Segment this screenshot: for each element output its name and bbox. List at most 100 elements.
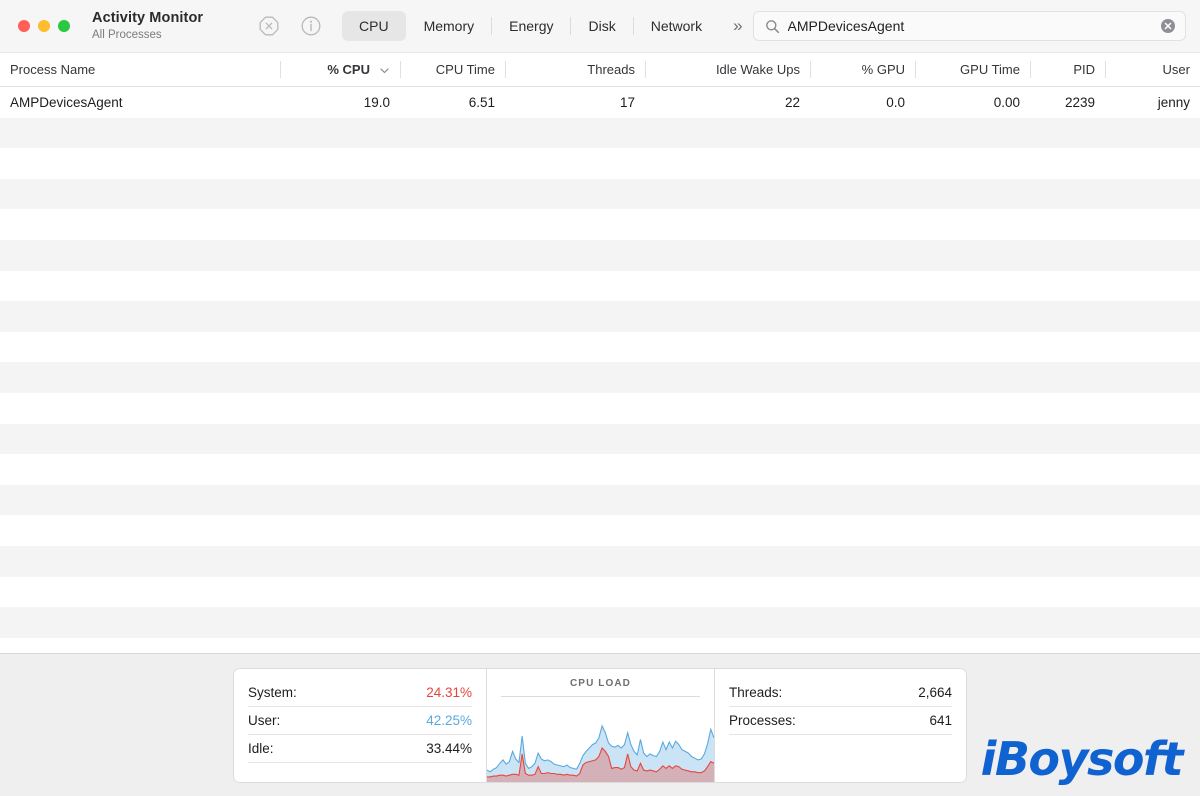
tab-memory[interactable]: Memory — [407, 11, 492, 41]
cell-gpu-time: 0.00 — [993, 94, 1020, 110]
table-row-empty — [0, 454, 1200, 485]
stat-row-processes: Processes: 641 — [729, 707, 952, 735]
cell-threads: 17 — [619, 94, 635, 110]
table-row-empty — [0, 423, 1200, 455]
chevron-down-icon — [379, 64, 390, 75]
table-row-empty — [0, 331, 1200, 363]
column-header-gpu[interactable]: % GPU — [810, 53, 915, 86]
iboysoft-watermark: iBoysoft — [980, 732, 1184, 786]
tab-cpu-label: CPU — [359, 18, 389, 34]
table-row-empty — [0, 576, 1200, 608]
cell-process-name: AMPDevicesAgent — [10, 94, 123, 110]
search-field[interactable]: AMPDevicesAgent — [752, 11, 1186, 41]
tab-network-label: Network — [650, 18, 703, 34]
tab-memory-label: Memory — [423, 18, 475, 34]
table-row-empty — [0, 484, 1200, 516]
cell-gpu: 0.0 — [886, 94, 905, 110]
column-header-pid-label: PID — [1073, 62, 1095, 77]
toolbar-icons — [258, 15, 322, 37]
column-header-gpu-time-label: GPU Time — [960, 62, 1020, 77]
tab-disk[interactable]: Disk — [571, 11, 632, 41]
tab-disk-label: Disk — [588, 18, 616, 34]
stat-row-idle: Idle: 33.44% — [248, 735, 472, 763]
column-header-gpu-time[interactable]: GPU Time — [915, 53, 1030, 86]
stat-value-idle: 33.44% — [426, 740, 472, 756]
table-row-empty — [0, 209, 1200, 240]
column-header-process-name-label: Process Name — [10, 62, 96, 77]
column-header-threads[interactable]: Threads — [505, 53, 645, 86]
app-title-block: Activity Monitor All Processes — [92, 10, 242, 42]
stat-row-user: User: 42.25% — [248, 707, 472, 735]
table-row-empty — [0, 178, 1200, 210]
stat-label-processes: Processes: — [729, 712, 796, 728]
app-subtitle: All Processes — [92, 29, 162, 41]
stat-label-threads: Threads: — [729, 684, 783, 700]
cell-cpu-time: 6.51 — [468, 94, 495, 110]
column-header-threads-label: Threads — [587, 62, 635, 77]
column-header-process-name[interactable]: Process Name — [0, 53, 280, 86]
column-header-user[interactable]: User — [1105, 53, 1200, 86]
table-row-empty — [0, 515, 1200, 546]
stat-label-idle: Idle: — [248, 740, 274, 756]
table-row-empty — [0, 362, 1200, 393]
minimize-window-button[interactable] — [38, 20, 50, 32]
column-header-user-label: User — [1162, 62, 1190, 77]
cpu-usage-panel: System: 24.31% User: 42.25% Idle: 33.44% — [234, 668, 486, 782]
tab-energy-label: Energy — [509, 18, 554, 34]
column-header-pid[interactable]: PID — [1030, 53, 1105, 86]
table-row-empty — [0, 607, 1200, 638]
table-row-empty — [0, 392, 1200, 424]
table-header-row: Process Name % CPU CPU Time Threads Idle… — [0, 52, 1200, 87]
cpu-load-graph — [487, 697, 714, 782]
table-row-empty — [0, 545, 1200, 577]
toolbar-overflow-icon[interactable]: » — [733, 17, 743, 36]
footer-stats-bar: System: 24.31% User: 42.25% Idle: 33.44%… — [0, 653, 1200, 796]
tab-energy[interactable]: Energy — [492, 11, 570, 41]
column-header-idle-wake-ups-label: Idle Wake Ups — [715, 62, 800, 77]
cpu-load-graph-title: CPU LOAD — [501, 678, 700, 697]
table-row[interactable]: AMPDevicesAgent 19.0 6.51 17 22 0.0 0.00… — [0, 87, 1200, 118]
table-row-empty — [0, 148, 1200, 179]
tab-network[interactable]: Network — [634, 11, 719, 41]
clear-search-icon[interactable] — [1160, 18, 1176, 34]
search-input[interactable]: AMPDevicesAgent — [788, 18, 1152, 34]
activity-monitor-window: Activity Monitor All Processes CPU Memor… — [0, 0, 1200, 796]
close-window-button[interactable] — [18, 20, 30, 32]
empty-rows-container — [0, 117, 1200, 638]
cell-pid: 2239 — [1064, 94, 1095, 110]
stat-value-system: 24.31% — [426, 684, 472, 700]
table-body: AMPDevicesAgent 19.0 6.51 17 22 0.0 0.00… — [0, 87, 1200, 653]
inspect-process-icon[interactable] — [300, 15, 322, 37]
app-title: Activity Monitor — [92, 10, 204, 26]
view-tabs: CPU Memory Energy Disk Network — [342, 11, 719, 41]
table-row-empty — [0, 270, 1200, 302]
stat-value-threads: 2,664 — [918, 684, 952, 700]
column-header-cpu[interactable]: % CPU — [280, 53, 400, 86]
column-header-cpu-time-label: CPU Time — [435, 62, 495, 77]
stats-group: System: 24.31% User: 42.25% Idle: 33.44%… — [233, 667, 967, 783]
column-header-cpu-label: % CPU — [327, 62, 370, 77]
stat-value-processes: 641 — [929, 712, 952, 728]
table-row-empty — [0, 117, 1200, 149]
stat-row-threads: Threads: 2,664 — [729, 679, 952, 707]
cell-user: jenny — [1157, 94, 1190, 110]
search-icon — [765, 19, 780, 34]
stat-label-user: User: — [248, 712, 281, 728]
table-row-empty — [0, 301, 1200, 332]
column-header-idle-wake-ups[interactable]: Idle Wake Ups — [645, 53, 810, 86]
quit-process-icon[interactable] — [258, 15, 280, 37]
traffic-lights — [18, 20, 70, 32]
column-header-gpu-label: % GPU — [861, 62, 905, 77]
process-table: Process Name % CPU CPU Time Threads Idle… — [0, 52, 1200, 653]
cell-idle-wake-ups: 22 — [784, 94, 800, 110]
column-header-cpu-time[interactable]: CPU Time — [400, 53, 505, 86]
table-row-empty — [0, 239, 1200, 271]
stat-label-system: System: — [248, 684, 297, 700]
cpu-load-graph-panel: CPU LOAD — [486, 668, 714, 782]
maximize-window-button[interactable] — [58, 20, 70, 32]
tab-cpu[interactable]: CPU — [342, 11, 406, 41]
cell-cpu: 19.0 — [363, 94, 390, 110]
system-counts-panel: Threads: 2,664 Processes: 641 — [714, 668, 966, 782]
stat-value-user: 42.25% — [426, 712, 472, 728]
window-titlebar: Activity Monitor All Processes CPU Memor… — [0, 0, 1200, 52]
